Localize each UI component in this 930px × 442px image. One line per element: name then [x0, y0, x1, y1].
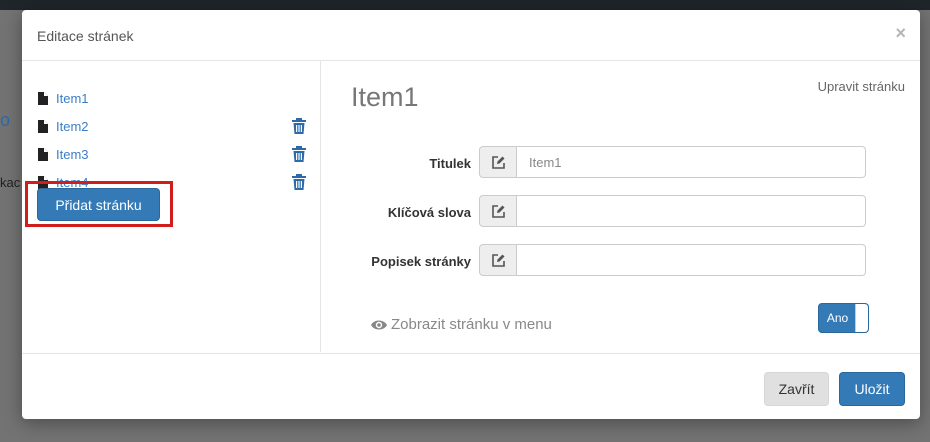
- file-icon: [38, 148, 48, 161]
- description-field-label: Popisek stránky: [371, 254, 471, 269]
- page-link[interactable]: Item2: [56, 119, 89, 134]
- edit-icon-addon: [479, 195, 517, 227]
- page-editor-panel: Item1 Upravit stránku Titulek Klíčová sl…: [321, 60, 920, 352]
- show-in-menu-label: Zobrazit stránku v menu: [371, 316, 552, 333]
- app-top-bar: [0, 0, 930, 10]
- modal-header: Editace stránek ×: [22, 10, 920, 61]
- background-text-fragment: o: [0, 110, 11, 130]
- trash-icon[interactable]: [292, 118, 306, 134]
- modal-footer: Zavřít Uložit: [22, 353, 920, 420]
- file-icon: [38, 92, 48, 105]
- keywords-field-label: Klíčová slova: [387, 205, 471, 220]
- page-link[interactable]: Item3: [56, 147, 89, 162]
- background-text-fragment: kac: [0, 175, 21, 190]
- file-icon: [38, 120, 48, 133]
- edit-page-link[interactable]: Upravit stránku: [818, 79, 905, 94]
- trash-icon[interactable]: [292, 174, 306, 190]
- add-page-button[interactable]: Přidat stránku: [37, 188, 160, 221]
- edit-pages-modal: Editace stránek × Item1 Item2 Item3 Item…: [22, 10, 920, 419]
- edit-icon: [492, 156, 505, 169]
- description-field-row: Popisek stránky: [321, 244, 920, 278]
- edit-icon-addon: [479, 244, 517, 276]
- description-input[interactable]: [517, 244, 866, 276]
- title-field-row: Titulek: [321, 146, 920, 180]
- toggle-on-label: Ano: [826, 311, 849, 325]
- page-list-item[interactable]: Item3: [38, 146, 308, 166]
- save-button[interactable]: Uložit: [839, 372, 905, 406]
- close-button[interactable]: Zavřít: [764, 372, 829, 406]
- edit-icon: [492, 205, 505, 218]
- close-icon[interactable]: ×: [895, 24, 906, 42]
- show-in-menu-text: Zobrazit stránku v menu: [391, 316, 552, 333]
- page-list-sidebar: Item1 Item2 Item3 Item4 Přidat stránku: [22, 60, 321, 352]
- edit-icon-addon: [479, 146, 517, 178]
- keywords-input[interactable]: [517, 195, 866, 227]
- page-title: Item1: [351, 82, 419, 112]
- trash-icon[interactable]: [292, 146, 306, 162]
- eye-icon: [371, 320, 387, 330]
- toggle-knob: [855, 304, 868, 332]
- keywords-field-row: Klíčová slova: [321, 195, 920, 229]
- title-input[interactable]: [517, 146, 866, 178]
- modal-title: Editace stránek: [37, 28, 134, 44]
- page-link[interactable]: Item1: [56, 91, 89, 106]
- title-field-label: Titulek: [429, 156, 471, 171]
- page-list-item[interactable]: Item2: [38, 118, 308, 138]
- page-list-item[interactable]: Item1: [38, 90, 308, 110]
- edit-icon: [492, 254, 505, 267]
- show-in-menu-toggle[interactable]: Ano: [818, 303, 869, 333]
